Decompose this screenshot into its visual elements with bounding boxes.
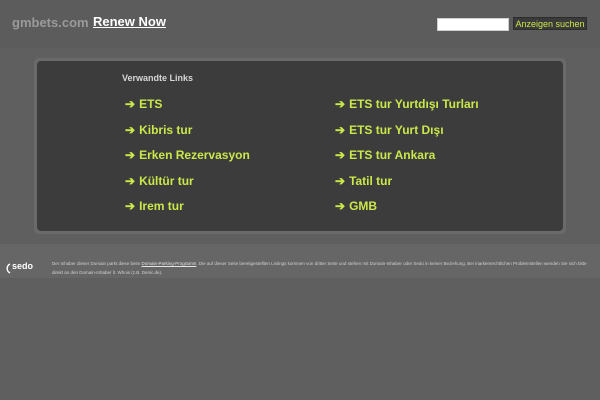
related-link-label: Erken Rezervasyon — [139, 148, 250, 162]
arrow-right-icon: ➔ — [335, 199, 346, 213]
arrow-right-icon: ➔ — [335, 174, 346, 188]
domain-name: gmbets.com — [12, 15, 89, 30]
related-link-label: ETS — [139, 97, 163, 111]
top-bar — [0, 0, 600, 48]
arrow-right-icon: ➔ — [125, 97, 136, 111]
arrow-right-icon: ➔ — [335, 97, 346, 111]
related-link[interactable]: ➔ Kültür tur — [125, 174, 194, 188]
arrow-right-icon: ➔ — [125, 199, 136, 213]
domain-parking-link[interactable]: Domain-Parking-Programm — [142, 261, 197, 266]
arrow-right-icon: ➔ — [125, 148, 136, 162]
search-input[interactable] — [437, 18, 509, 31]
arrow-right-icon: ➔ — [335, 123, 346, 137]
related-link[interactable]: ➔ Erken Rezervasyon — [125, 148, 250, 162]
related-link-label: ETS tur Ankara — [349, 148, 436, 162]
sedo-logo-text: sedo — [12, 261, 34, 271]
footer-disclaimer: Der Inhaber dieser Domain parkt diese be… — [52, 259, 592, 277]
related-link-label: ETS tur Yurtdışı Turları — [349, 97, 479, 111]
related-link-label: Irem tur — [139, 199, 184, 213]
related-link[interactable]: ➔ ETS tur Yurtdışı Turları — [335, 97, 479, 111]
related-link[interactable]: ➔ ETS — [125, 97, 162, 111]
footer-text-before: Der Inhaber dieser Domain parkt diese be… — [52, 261, 142, 266]
related-link-label: Kibris tur — [139, 123, 193, 137]
related-link[interactable]: ➔ ETS tur Ankara — [335, 148, 435, 162]
related-link-label: GMB — [349, 199, 378, 213]
sedo-logo: sedo — [6, 261, 34, 274]
arrow-right-icon: ➔ — [125, 174, 136, 188]
related-links-title: Verwandte Links — [122, 73, 194, 83]
related-link-label: Tatil tur — [349, 174, 393, 188]
related-link-label: Kültür tur — [139, 174, 194, 188]
renew-now-link[interactable]: Renew Now — [93, 14, 166, 29]
search-button[interactable]: Anzeigen suchen — [513, 17, 587, 30]
related-link[interactable]: ➔ Tatil tur — [335, 174, 392, 188]
related-link[interactable]: ➔ Irem tur — [125, 199, 184, 213]
arrow-right-icon: ➔ — [125, 123, 136, 137]
related-link[interactable]: ➔ Kibris tur — [125, 123, 192, 137]
arrow-right-icon: ➔ — [335, 148, 346, 162]
related-link-label: ETS tur Yurt Dışı — [349, 123, 444, 137]
related-link[interactable]: ➔ GMB — [335, 199, 377, 213]
related-link[interactable]: ➔ ETS tur Yurt Dışı — [335, 123, 444, 137]
related-links-panel — [37, 61, 563, 231]
